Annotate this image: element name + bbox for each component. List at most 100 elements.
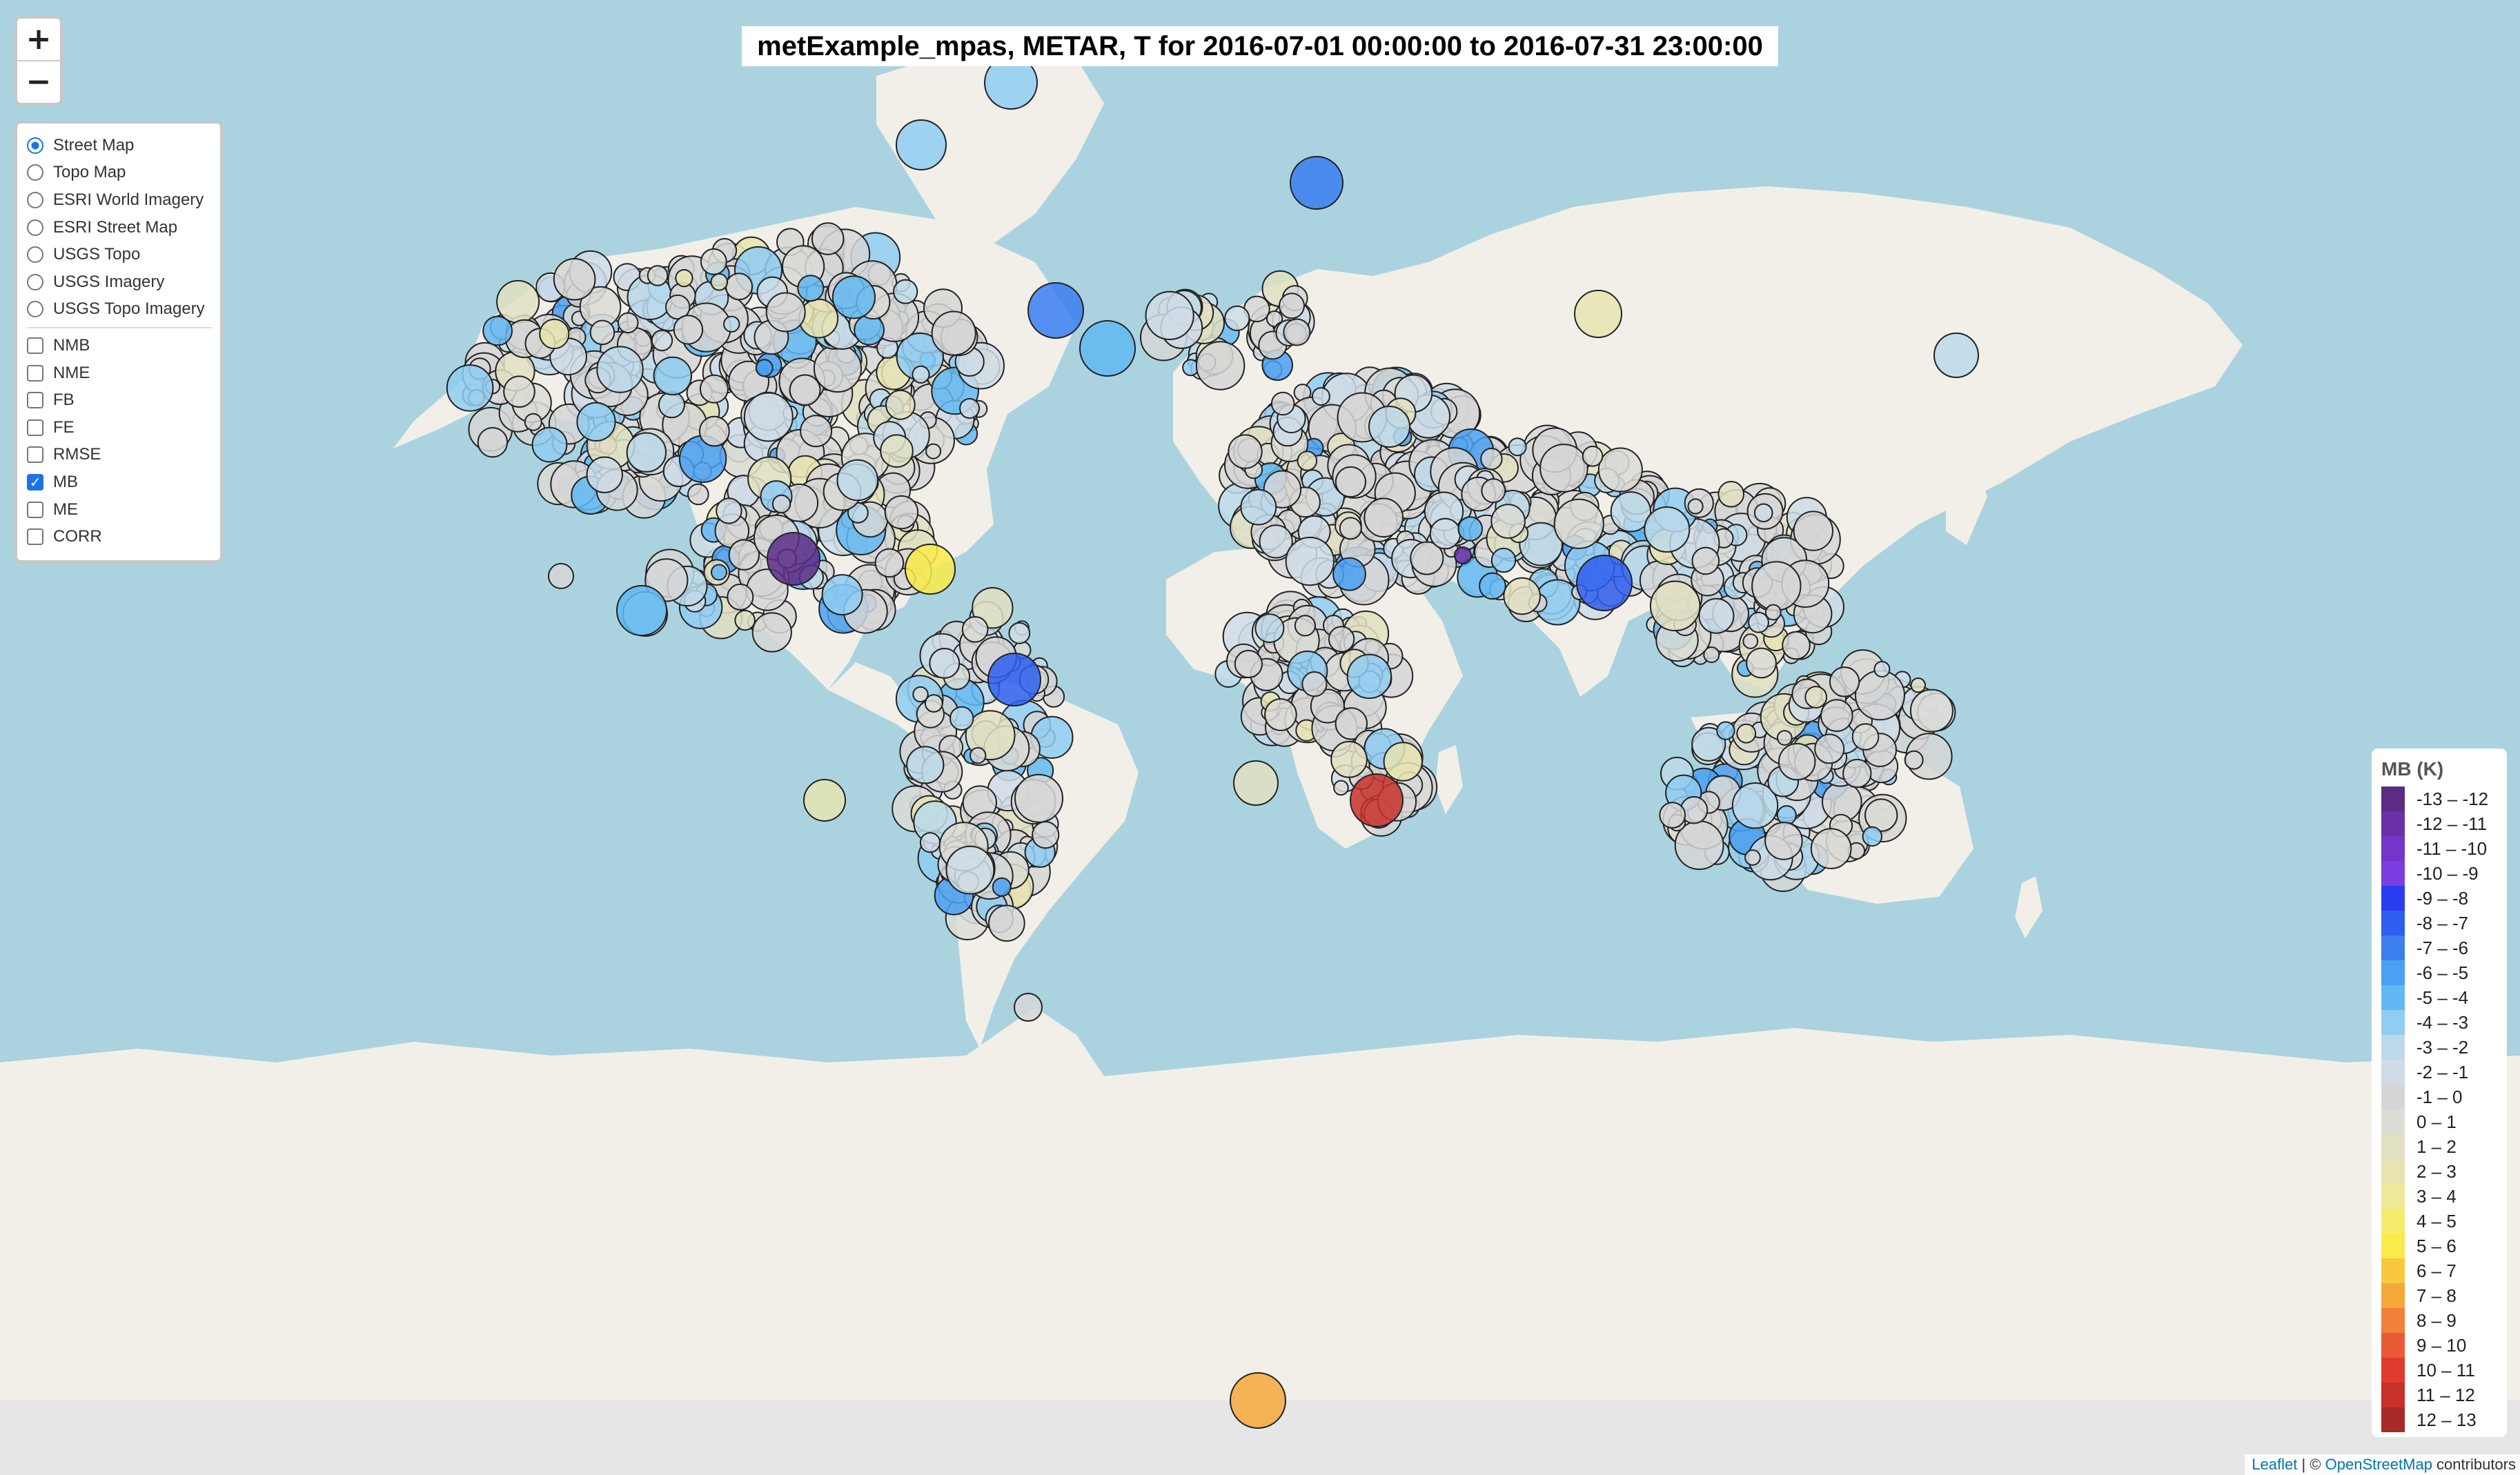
station-marker[interactable] bbox=[1782, 631, 1811, 660]
station-marker[interactable] bbox=[1014, 773, 1063, 823]
station-marker[interactable] bbox=[969, 746, 987, 764]
station-marker[interactable] bbox=[1814, 733, 1845, 764]
station-marker[interactable] bbox=[1301, 671, 1328, 697]
station-marker[interactable] bbox=[1829, 666, 1860, 697]
station-marker[interactable] bbox=[675, 269, 693, 288]
radio-button[interactable] bbox=[27, 219, 43, 236]
station-marker[interactable] bbox=[1717, 481, 1744, 508]
station-marker[interactable] bbox=[711, 564, 727, 581]
station-marker[interactable] bbox=[1855, 670, 1905, 721]
station-marker[interactable] bbox=[1744, 849, 1761, 866]
station-marker[interactable] bbox=[1228, 434, 1263, 469]
station-marker[interactable] bbox=[1014, 993, 1043, 1022]
checkbox[interactable] bbox=[27, 364, 43, 382]
station-marker[interactable] bbox=[1264, 698, 1297, 731]
station-marker[interactable] bbox=[1873, 661, 1891, 677]
station-marker[interactable] bbox=[1764, 604, 1782, 621]
checkmark-icon[interactable]: ✓ bbox=[27, 473, 43, 491]
station-marker[interactable] bbox=[1490, 504, 1526, 539]
station-marker[interactable] bbox=[961, 616, 989, 643]
overlay-nme[interactable]: NME bbox=[27, 359, 212, 387]
station-marker[interactable] bbox=[836, 459, 879, 502]
station-marker[interactable] bbox=[797, 275, 825, 302]
overlay-nmb[interactable]: NMB bbox=[27, 332, 212, 359]
station-marker[interactable] bbox=[496, 279, 540, 324]
station-marker[interactable] bbox=[1285, 537, 1335, 586]
station-marker[interactable] bbox=[1283, 318, 1311, 346]
station-marker[interactable] bbox=[767, 532, 820, 586]
station-marker[interactable] bbox=[446, 364, 494, 412]
base-layer-usgs-topo[interactable]: USGS Topo bbox=[27, 241, 212, 268]
station-marker[interactable] bbox=[531, 426, 568, 463]
station-marker[interactable] bbox=[755, 359, 774, 377]
station-marker[interactable] bbox=[673, 315, 704, 345]
station-marker[interactable] bbox=[658, 391, 685, 419]
station-marker[interactable] bbox=[1764, 822, 1803, 860]
checkbox[interactable] bbox=[27, 337, 43, 354]
station-marker[interactable] bbox=[1364, 497, 1404, 538]
base-layer-street-map[interactable]: Street Map bbox=[27, 132, 212, 159]
zoom-in-button[interactable]: + bbox=[17, 19, 60, 60]
station-marker[interactable] bbox=[912, 365, 930, 384]
station-marker[interactable] bbox=[698, 415, 730, 447]
station-marker[interactable] bbox=[789, 374, 821, 406]
station-marker[interactable] bbox=[811, 222, 845, 255]
station-marker[interactable] bbox=[1698, 597, 1735, 634]
station-marker[interactable] bbox=[924, 694, 943, 713]
checkbox[interactable] bbox=[27, 419, 43, 436]
station-marker[interactable] bbox=[1687, 498, 1704, 515]
station-marker[interactable] bbox=[1746, 647, 1777, 679]
station-marker[interactable] bbox=[1691, 546, 1720, 575]
station-marker[interactable] bbox=[1778, 742, 1816, 781]
station-marker[interactable] bbox=[1224, 305, 1250, 331]
checkbox[interactable] bbox=[27, 528, 43, 546]
checkbox[interactable] bbox=[27, 446, 43, 464]
radio-button[interactable] bbox=[27, 191, 43, 208]
station-marker[interactable] bbox=[1350, 773, 1404, 827]
station-marker[interactable] bbox=[1508, 437, 1527, 457]
station-marker[interactable] bbox=[1842, 758, 1872, 789]
station-marker[interactable] bbox=[1597, 447, 1643, 493]
station-marker[interactable] bbox=[1311, 387, 1330, 406]
station-marker[interactable] bbox=[617, 312, 639, 334]
station-marker[interactable] bbox=[1145, 290, 1194, 340]
base-layer-esri-street-map[interactable]: ESRI Street Map bbox=[27, 214, 212, 241]
station-marker[interactable] bbox=[925, 443, 942, 459]
station-marker[interactable] bbox=[1429, 517, 1461, 550]
station-marker[interactable] bbox=[988, 904, 1025, 942]
base-layer-topo-map[interactable]: Topo Map bbox=[27, 159, 212, 187]
station-marker[interactable] bbox=[1748, 611, 1769, 633]
station-marker[interactable] bbox=[1582, 446, 1604, 467]
station-marker[interactable] bbox=[700, 248, 727, 275]
station-marker[interactable] bbox=[616, 585, 667, 636]
station-marker[interactable] bbox=[800, 415, 833, 448]
overlay-rmse[interactable]: RMSE bbox=[27, 442, 212, 469]
station-marker[interactable] bbox=[896, 119, 947, 170]
station-marker[interactable] bbox=[553, 258, 596, 301]
radio-button[interactable] bbox=[27, 164, 43, 181]
station-marker[interactable] bbox=[1649, 580, 1701, 632]
station-marker[interactable] bbox=[1290, 156, 1343, 210]
station-marker[interactable] bbox=[1479, 572, 1506, 600]
station-marker[interactable] bbox=[723, 315, 740, 333]
station-marker[interactable] bbox=[716, 497, 742, 524]
station-marker[interactable] bbox=[1481, 478, 1506, 504]
station-marker[interactable] bbox=[1032, 821, 1060, 849]
station-marker[interactable] bbox=[1294, 615, 1317, 637]
station-marker[interactable] bbox=[1751, 561, 1802, 611]
station-marker[interactable] bbox=[651, 329, 673, 352]
station-marker[interactable] bbox=[1503, 577, 1541, 615]
station-marker[interactable] bbox=[1776, 805, 1797, 826]
station-marker[interactable] bbox=[1820, 699, 1853, 732]
station-marker[interactable] bbox=[524, 413, 542, 431]
station-marker[interactable] bbox=[1335, 466, 1367, 498]
station-marker[interactable] bbox=[771, 494, 791, 514]
checkbox[interactable] bbox=[27, 501, 43, 518]
checkbox[interactable] bbox=[27, 392, 43, 409]
station-marker[interactable] bbox=[1027, 282, 1084, 339]
station-marker[interactable] bbox=[1910, 677, 1927, 693]
station-marker[interactable] bbox=[1079, 320, 1136, 377]
station-marker[interactable] bbox=[1195, 341, 1246, 390]
base-layer-usgs-topo-imagery[interactable]: USGS Topo Imagery bbox=[27, 296, 212, 324]
station-marker[interactable] bbox=[1332, 557, 1366, 591]
